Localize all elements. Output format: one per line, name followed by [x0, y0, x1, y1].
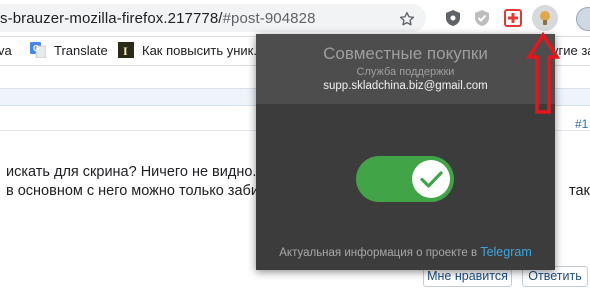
enable-toggle[interactable]	[356, 156, 454, 202]
red-arrow-annotation	[526, 32, 560, 114]
checkmark-icon	[420, 171, 443, 188]
post-text-line-1: искать для скрина? Ничего не видно. Захо	[6, 164, 293, 180]
bookmark-item[interactable]: va	[0, 43, 12, 58]
url-text[interactable]: s-brauzer-mozilla-firefox.217778/#post-9…	[0, 10, 316, 27]
post-number[interactable]: #1	[575, 117, 588, 131]
check-shield-icon[interactable]	[472, 8, 492, 28]
post-text-line-2-tail: так	[569, 183, 590, 199]
bookmark-unique[interactable]: Как повысить уник...	[142, 43, 264, 58]
shield-icon[interactable]	[443, 8, 463, 28]
google-translate-icon: G	[30, 42, 47, 59]
book-icon: I	[118, 42, 134, 58]
url-main: s-brauzer-mozilla-firefox.217778/	[0, 10, 223, 27]
address-bar[interactable]: s-brauzer-mozilla-firefox.217778/#post-9…	[0, 4, 426, 32]
popup-title: Совместные покупки	[323, 44, 488, 63]
star-outline-icon[interactable]	[398, 10, 416, 28]
svg-text:I: I	[123, 44, 128, 58]
support-email[interactable]: supp.skladchina.biz@gmail.com	[256, 80, 555, 92]
post-text-line-2: в основном с него можно только забирать	[6, 183, 289, 199]
red-cross-icon[interactable]	[503, 8, 523, 28]
popup-subtitle: Служба поддержки	[356, 66, 455, 78]
lightbulb-icon	[540, 11, 550, 25]
active-extension-button[interactable]	[532, 5, 558, 31]
extension-popup: Совместные покупки Служба поддержки supp…	[256, 34, 555, 270]
toolbar: s-brauzer-mozilla-firefox.217778/#post-9…	[0, 0, 590, 37]
profile-avatar[interactable]	[576, 7, 590, 31]
popup-header: Совместные покупки Служба поддержки supp…	[256, 34, 555, 104]
bookmark-translate[interactable]: Translate	[54, 43, 108, 58]
footer-text: Актуальная информация о проекте в	[279, 247, 478, 259]
url-fragment: #post-904828	[222, 10, 316, 27]
popup-footer: Актуальная информация о проекте в Telegr…	[256, 245, 555, 259]
svg-text:G: G	[33, 44, 39, 53]
telegram-link[interactable]: Telegram	[480, 245, 531, 259]
toggle-knob	[412, 160, 450, 198]
